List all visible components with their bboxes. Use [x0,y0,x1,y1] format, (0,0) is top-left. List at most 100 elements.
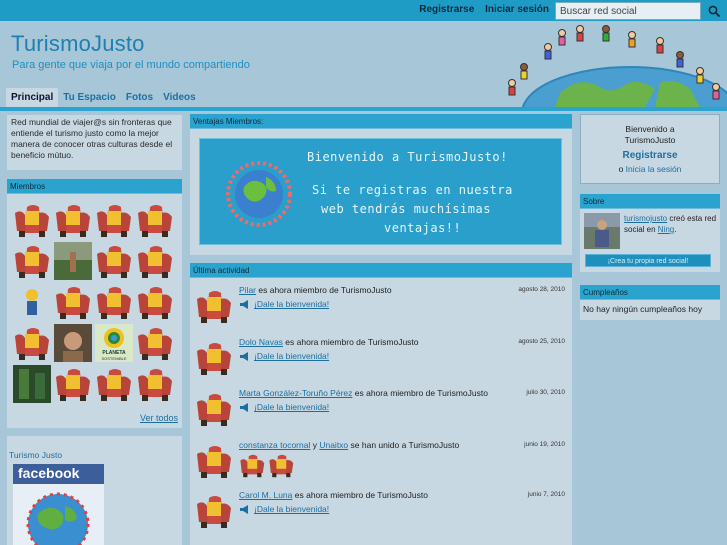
activity-sentence: constanza tocornal y Unaitxo se han unid… [239,440,459,450]
activity-sentence: Carol M. Luna es ahora miembro de Turism… [239,490,428,500]
member-avatar [95,201,133,239]
activity-title: Última actividad [190,263,572,278]
activity-user-link[interactable]: Unaitxo [319,440,348,450]
activity-item: Marta González-Toruño Pérez es ahora mie… [195,388,569,436]
member-thumbnail[interactable] [136,324,174,362]
about-title: Sobre [580,194,720,209]
member-thumbnail[interactable] [13,242,51,280]
welcome-line-2: TurismoJusto [624,135,676,145]
activity-avatar[interactable] [195,287,233,325]
member-photo-jungle [13,365,51,403]
welcome-box: Bienvenido a TurismoJusto Registrarse o … [580,114,720,184]
ventajas-panel: Ventajas Miembros: Bienvenido a TurismoJ… [190,114,572,255]
member-avatar [95,242,133,280]
member-thumbnail[interactable] [95,365,133,403]
login-link-side[interactable]: Inicia la sesión [626,164,682,174]
activity-sentence: Marta González-Toruño Pérez es ahora mie… [239,388,488,398]
register-button[interactable]: Registrarse [581,150,719,161]
login-line: o Inicia la sesión [581,164,719,174]
members-panel: Miembros PLANETA SOSTENIBLE Ver todos [7,179,182,428]
activity-user-link[interactable]: Marta González-Toruño Pérez [239,388,352,398]
welcome-member-link[interactable]: ¡Dale la bienvenida! [239,351,329,361]
search-button[interactable] [703,2,725,20]
member-thumbnail[interactable] [268,452,295,479]
creator-link[interactable]: turismojusto [624,214,667,223]
member-thumbnail[interactable] [13,324,51,362]
search-input[interactable]: Buscar red social [555,2,701,20]
member-avatar [95,365,133,403]
member-thumbnail[interactable] [136,242,174,280]
megaphone-icon [240,299,248,309]
member-thumbnail[interactable] [54,324,92,362]
member-thumbnail[interactable]: PLANETA SOSTENIBLE [95,324,133,362]
members-title: Miembros [7,179,182,194]
activity-text: es ahora miembro de TurismoJusto [282,337,419,347]
member-cartoon-avatar [13,283,51,321]
activity-sentence: Pilar es ahora miembro de TurismoJusto [239,285,392,295]
megaphone-icon [240,504,248,514]
activity-user-link[interactable]: Carol M. Luna [239,490,292,500]
members-grid: PLANETA SOSTENIBLE [13,201,174,405]
joined-avatars [239,452,295,479]
member-avatar [195,442,233,480]
member-avatar [195,492,233,530]
member-thumbnail[interactable] [54,283,92,321]
member-thumbnail[interactable] [136,365,174,403]
svg-text:SOSTENIBLE: SOSTENIBLE [101,356,126,361]
facebook-label: facebook [13,464,104,484]
create-network-button[interactable]: ¡Crea tu propia red social! [585,254,711,267]
see-all-members-link[interactable]: Ver todos [140,413,178,423]
member-avatar [95,283,133,321]
register-link[interactable]: Registrarse [419,4,474,15]
member-avatar [195,390,233,428]
member-thumbnail[interactable] [239,452,266,479]
planeta-sostenible-logo: PLANETASOSTENIBLE [95,324,133,362]
search-icon [708,5,720,17]
activity-date: agosto 28, 2010 [518,286,565,293]
welcome-member-link[interactable]: ¡Dale la bienvenida! [239,504,329,514]
login-link[interactable]: Iniciar sesión [485,4,549,15]
member-avatar [13,324,51,362]
intro-text: Red mundial de viajer@s sin fronteras qu… [7,115,182,170]
member-thumbnail[interactable] [54,365,92,403]
banner-line-2: Si te registras en nuestra [312,183,513,197]
facebook-badge[interactable]: facebook [13,464,104,545]
activity-avatar[interactable] [195,492,233,530]
activity-date: julio 30, 2010 [526,389,565,396]
member-photo-landscape [54,242,92,280]
member-thumbnail[interactable] [95,242,133,280]
welcome-label: ¡Dale la bienvenida! [254,299,330,309]
welcome-member-link[interactable]: ¡Dale la bienvenida! [239,299,329,309]
member-thumbnail[interactable] [13,201,51,239]
member-thumbnail[interactable] [13,283,51,321]
welcome-member-link[interactable]: ¡Dale la bienvenida! [239,402,329,412]
member-avatar [54,365,92,403]
creator-avatar[interactable] [584,213,620,249]
about-end-text: . [674,225,677,234]
member-thumbnail[interactable] [95,201,133,239]
activity-user-link[interactable]: Pilar [239,285,256,295]
member-thumbnail[interactable] [95,283,133,321]
activity-item: Dolo Navas es ahora miembro de TurismoJu… [195,337,569,385]
activity-item: constanza tocornal y Unaitxo se han unid… [195,440,569,488]
member-thumbnail[interactable] [54,201,92,239]
activity-item: Carol M. Luna es ahora miembro de Turism… [195,490,569,538]
activity-avatar[interactable] [195,339,233,377]
activity-avatar[interactable] [195,390,233,428]
member-thumbnail[interactable] [136,283,174,321]
top-links: Registrarse Iniciar sesión [411,4,549,15]
activity-avatar[interactable] [195,442,233,480]
member-photo-face [54,324,92,362]
site-title[interactable]: TurismoJusto [11,31,145,57]
globe-icon [226,161,292,227]
member-thumbnail[interactable] [136,201,174,239]
activity-user-link[interactable]: Dolo Navas [239,337,283,347]
nav-underline [0,107,727,111]
turismo-justo-title[interactable]: Turismo Justo [9,450,62,460]
member-thumbnail[interactable] [13,365,51,403]
activity-user-link[interactable]: constanza tocornal [239,440,310,450]
ning-link[interactable]: Ning [658,225,674,234]
banner-line-1: Bienvenido a TurismoJusto! [307,150,508,164]
member-thumbnail[interactable] [54,242,92,280]
member-avatar [136,242,174,280]
